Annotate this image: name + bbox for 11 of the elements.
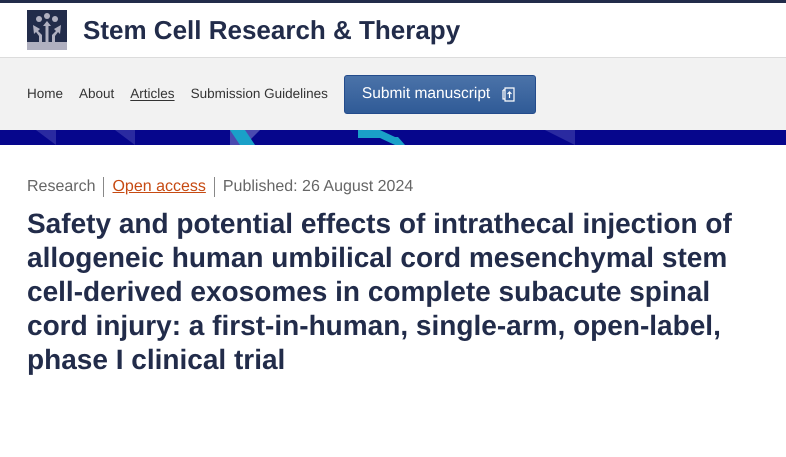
nav-link[interactable]: Submission Guidelines bbox=[190, 84, 328, 104]
published-date: Published: 26 August 2024 bbox=[222, 177, 414, 197]
nav-link[interactable]: About bbox=[79, 84, 114, 104]
nav-link[interactable]: Home bbox=[27, 84, 64, 104]
submit-manuscript-button[interactable]: Submit manuscript bbox=[344, 74, 536, 114]
article-title: Safety and potential effects of intrathecal injection of allogeneic human umbilical cord mesenchymal stem cell-derived exosomes in complete subacute spinal cord injury: a first-in-human, single-arm, open-label, phase I clinical trial bbox=[27, 207, 733, 377]
article-type: Research bbox=[27, 177, 96, 197]
open-access-link[interactable]: Open access bbox=[112, 175, 206, 199]
journal-logo-icon bbox=[27, 10, 67, 50]
nav-link[interactable]: Articles bbox=[130, 84, 175, 104]
journal-title[interactable]: Stem Cell Research & Therapy bbox=[83, 10, 460, 50]
